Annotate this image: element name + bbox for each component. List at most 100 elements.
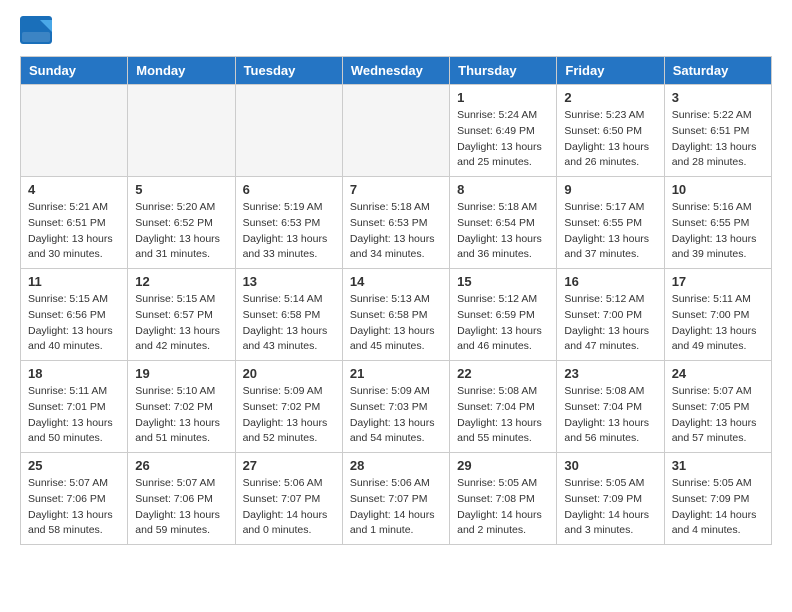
calendar-cell: 6 Sunrise: 5:19 AMSunset: 6:53 PMDaylight… xyxy=(235,177,342,269)
day-number: 25 xyxy=(28,458,120,473)
day-number: 10 xyxy=(672,182,764,197)
calendar-table: SundayMondayTuesdayWednesdayThursdayFrid… xyxy=(20,56,772,545)
day-info: Sunrise: 5:06 AMSunset: 7:07 PMDaylight:… xyxy=(350,476,442,539)
day-info: Sunrise: 5:19 AMSunset: 6:53 PMDaylight:… xyxy=(243,200,335,263)
day-info: Sunrise: 5:17 AMSunset: 6:55 PMDaylight:… xyxy=(564,200,656,263)
logo-icon xyxy=(20,16,52,44)
calendar-header-saturday: Saturday xyxy=(664,57,771,85)
week-row-3: 11Sunrise: 5:15 AMSunset: 6:56 PMDayligh… xyxy=(21,269,772,361)
calendar-cell: 12 Sunrise: 5:15 AMSunset: 6:57 PMDayligh… xyxy=(128,269,235,361)
calendar-cell: 15 Sunrise: 5:12 AMSunset: 6:59 PMDayligh… xyxy=(450,269,557,361)
day-info: Sunrise: 5:14 AMSunset: 6:58 PMDaylight:… xyxy=(243,292,335,355)
day-info: Sunrise: 5:15 AMSunset: 6:56 PMDaylight:… xyxy=(28,292,120,355)
calendar-cell: 16 Sunrise: 5:12 AMSunset: 7:00 PMDayligh… xyxy=(557,269,664,361)
calendar-cell: 23 Sunrise: 5:08 AMSunset: 7:04 PMDayligh… xyxy=(557,361,664,453)
calendar-cell: 5 Sunrise: 5:20 AMSunset: 6:52 PMDaylight… xyxy=(128,177,235,269)
day-info: Sunrise: 5:08 AMSunset: 7:04 PMDaylight:… xyxy=(457,384,549,447)
day-info: Sunrise: 5:12 AMSunset: 6:59 PMDaylight:… xyxy=(457,292,549,355)
day-info: Sunrise: 5:18 AMSunset: 6:54 PMDaylight:… xyxy=(457,200,549,263)
calendar-cell: 14 Sunrise: 5:13 AMSunset: 6:58 PMDayligh… xyxy=(342,269,449,361)
day-info: Sunrise: 5:06 AMSunset: 7:07 PMDaylight:… xyxy=(243,476,335,539)
day-number: 17 xyxy=(672,274,764,289)
day-info: Sunrise: 5:22 AMSunset: 6:51 PMDaylight:… xyxy=(672,108,764,171)
day-info: Sunrise: 5:13 AMSunset: 6:58 PMDaylight:… xyxy=(350,292,442,355)
calendar-cell: 28 Sunrise: 5:06 AMSunset: 7:07 PMDayligh… xyxy=(342,453,449,545)
calendar-cell: 9 Sunrise: 5:17 AMSunset: 6:55 PMDaylight… xyxy=(557,177,664,269)
day-info: Sunrise: 5:05 AMSunset: 7:08 PMDaylight:… xyxy=(457,476,549,539)
calendar-cell: 31 Sunrise: 5:05 AMSunset: 7:09 PMDayligh… xyxy=(664,453,771,545)
calendar-cell: 20Sunrise: 5:09 AMSunset: 7:02 PMDayligh… xyxy=(235,361,342,453)
calendar-cell: 27 Sunrise: 5:06 AMSunset: 7:07 PMDayligh… xyxy=(235,453,342,545)
calendar-cell: 10 Sunrise: 5:16 AMSunset: 6:55 PMDayligh… xyxy=(664,177,771,269)
day-number: 16 xyxy=(564,274,656,289)
day-info: Sunrise: 5:07 AMSunset: 7:06 PMDaylight:… xyxy=(135,476,227,539)
day-number: 23 xyxy=(564,366,656,381)
calendar-cell: 4Sunrise: 5:21 AMSunset: 6:51 PMDaylight… xyxy=(21,177,128,269)
day-number: 26 xyxy=(135,458,227,473)
calendar-cell: 24 Sunrise: 5:07 AMSunset: 7:05 PMDayligh… xyxy=(664,361,771,453)
day-info: Sunrise: 5:09 AMSunset: 7:02 PMDaylight:… xyxy=(243,384,335,447)
week-row-5: 25 Sunrise: 5:07 AMSunset: 7:06 PMDayligh… xyxy=(21,453,772,545)
calendar-header-row: SundayMondayTuesdayWednesdayThursdayFrid… xyxy=(21,57,772,85)
day-number: 9 xyxy=(564,182,656,197)
day-number: 28 xyxy=(350,458,442,473)
calendar-cell: 17 Sunrise: 5:11 AMSunset: 7:00 PMDayligh… xyxy=(664,269,771,361)
calendar-cell: 26 Sunrise: 5:07 AMSunset: 7:06 PMDayligh… xyxy=(128,453,235,545)
calendar-cell xyxy=(342,85,449,177)
calendar-header-monday: Monday xyxy=(128,57,235,85)
page-header xyxy=(20,16,772,44)
day-number: 24 xyxy=(672,366,764,381)
day-number: 2 xyxy=(564,90,656,105)
day-number: 31 xyxy=(672,458,764,473)
calendar-cell xyxy=(235,85,342,177)
day-info: Sunrise: 5:11 AMSunset: 7:00 PMDaylight:… xyxy=(672,292,764,355)
week-row-4: 18Sunrise: 5:11 AMSunset: 7:01 PMDayligh… xyxy=(21,361,772,453)
calendar-header-wednesday: Wednesday xyxy=(342,57,449,85)
day-number: 4 xyxy=(28,182,120,197)
week-row-1: 1Sunrise: 5:24 AMSunset: 6:49 PMDaylight… xyxy=(21,85,772,177)
day-number: 3 xyxy=(672,90,764,105)
calendar-cell: 2 Sunrise: 5:23 AMSunset: 6:50 PMDaylight… xyxy=(557,85,664,177)
day-number: 6 xyxy=(243,182,335,197)
calendar-cell: 25 Sunrise: 5:07 AMSunset: 7:06 PMDayligh… xyxy=(21,453,128,545)
day-number: 7 xyxy=(350,182,442,197)
calendar-cell: 21 Sunrise: 5:09 AMSunset: 7:03 PMDayligh… xyxy=(342,361,449,453)
day-info: Sunrise: 5:09 AMSunset: 7:03 PMDaylight:… xyxy=(350,384,442,447)
day-number: 22 xyxy=(457,366,549,381)
calendar-cell: 30 Sunrise: 5:05 AMSunset: 7:09 PMDayligh… xyxy=(557,453,664,545)
calendar-cell: 13 Sunrise: 5:14 AMSunset: 6:58 PMDayligh… xyxy=(235,269,342,361)
day-number: 27 xyxy=(243,458,335,473)
day-info: Sunrise: 5:20 AMSunset: 6:52 PMDaylight:… xyxy=(135,200,227,263)
day-number: 5 xyxy=(135,182,227,197)
day-info: Sunrise: 5:23 AMSunset: 6:50 PMDaylight:… xyxy=(564,108,656,171)
calendar-header-sunday: Sunday xyxy=(21,57,128,85)
day-info: Sunrise: 5:11 AMSunset: 7:01 PMDaylight:… xyxy=(28,384,120,447)
day-info: Sunrise: 5:07 AMSunset: 7:06 PMDaylight:… xyxy=(28,476,120,539)
calendar-cell: 7 Sunrise: 5:18 AMSunset: 6:53 PMDaylight… xyxy=(342,177,449,269)
day-info: Sunrise: 5:10 AMSunset: 7:02 PMDaylight:… xyxy=(135,384,227,447)
day-number: 21 xyxy=(350,366,442,381)
calendar-cell: 19 Sunrise: 5:10 AMSunset: 7:02 PMDayligh… xyxy=(128,361,235,453)
logo xyxy=(20,16,56,44)
day-number: 12 xyxy=(135,274,227,289)
day-info: Sunrise: 5:05 AMSunset: 7:09 PMDaylight:… xyxy=(564,476,656,539)
day-info: Sunrise: 5:05 AMSunset: 7:09 PMDaylight:… xyxy=(672,476,764,539)
calendar-cell: 1Sunrise: 5:24 AMSunset: 6:49 PMDaylight… xyxy=(450,85,557,177)
calendar-header-friday: Friday xyxy=(557,57,664,85)
calendar-header-tuesday: Tuesday xyxy=(235,57,342,85)
calendar-header-thursday: Thursday xyxy=(450,57,557,85)
day-number: 8 xyxy=(457,182,549,197)
page-container: SundayMondayTuesdayWednesdayThursdayFrid… xyxy=(0,0,792,561)
day-info: Sunrise: 5:07 AMSunset: 7:05 PMDaylight:… xyxy=(672,384,764,447)
day-number: 13 xyxy=(243,274,335,289)
day-info: Sunrise: 5:12 AMSunset: 7:00 PMDaylight:… xyxy=(564,292,656,355)
day-number: 19 xyxy=(135,366,227,381)
day-number: 1 xyxy=(457,90,549,105)
day-number: 30 xyxy=(564,458,656,473)
day-info: Sunrise: 5:18 AMSunset: 6:53 PMDaylight:… xyxy=(350,200,442,263)
day-info: Sunrise: 5:15 AMSunset: 6:57 PMDaylight:… xyxy=(135,292,227,355)
day-info: Sunrise: 5:16 AMSunset: 6:55 PMDaylight:… xyxy=(672,200,764,263)
day-number: 14 xyxy=(350,274,442,289)
day-info: Sunrise: 5:08 AMSunset: 7:04 PMDaylight:… xyxy=(564,384,656,447)
day-number: 15 xyxy=(457,274,549,289)
